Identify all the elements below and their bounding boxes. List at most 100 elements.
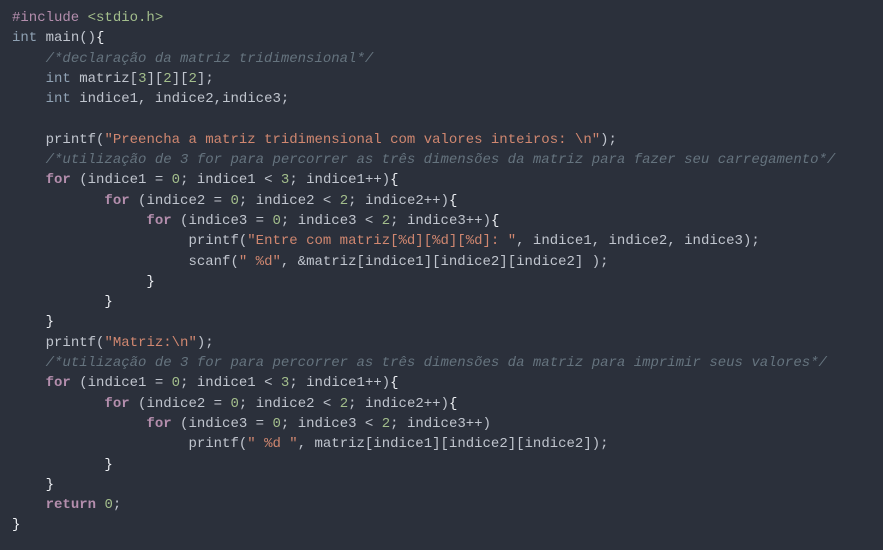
variable: indice2 — [256, 396, 315, 412]
paren: ) — [592, 436, 600, 452]
semicolon: ; — [281, 416, 289, 432]
semicolon: ; — [281, 213, 289, 229]
comma: , — [214, 91, 222, 107]
variable: indice1 — [79, 91, 138, 107]
keyword-for: for — [104, 193, 129, 209]
semicolon: ; — [600, 436, 608, 452]
preprocessor-directive: #include — [12, 10, 79, 26]
keyword-for: for — [46, 172, 71, 188]
variable: indice1 — [197, 375, 256, 391]
brace: } — [146, 274, 154, 290]
comment: /*declaração da matriz tridimensional*/ — [46, 51, 374, 67]
operator: = — [256, 416, 264, 432]
operator: ++ — [365, 375, 382, 391]
comment: /*utilização de 3 for para percorrer as … — [46, 152, 836, 168]
variable: indice1 — [306, 375, 365, 391]
brace: { — [390, 172, 398, 188]
variable: indice1 — [306, 172, 365, 188]
variable: indice3 — [407, 416, 466, 432]
number: 0 — [272, 213, 280, 229]
function-call: scanf — [188, 254, 230, 270]
variable: indice2 — [146, 396, 205, 412]
paren: ) — [592, 254, 600, 270]
string-literal: "Preencha a matriz tridimensional com va… — [104, 132, 600, 148]
operator: < — [323, 396, 331, 412]
variable: indice2 — [365, 396, 424, 412]
paren: ) — [441, 396, 449, 412]
semicolon: ; — [205, 71, 213, 87]
semicolon: ; — [239, 193, 247, 209]
variable: indice1 — [197, 172, 256, 188]
operator: < — [264, 375, 272, 391]
operator: < — [264, 172, 272, 188]
semicolon: ; — [289, 172, 297, 188]
paren: ( — [79, 172, 87, 188]
semicolon: ; — [600, 254, 608, 270]
args: , matriz[indice1][indice2][indice2] — [298, 436, 592, 452]
semicolon: ; — [390, 416, 398, 432]
type-keyword: int — [46, 91, 71, 107]
paren: ) — [382, 375, 390, 391]
paren: ( — [79, 375, 87, 391]
operator: ++ — [466, 213, 483, 229]
number: 0 — [272, 416, 280, 432]
brace: { — [491, 213, 499, 229]
string-literal: "Entre com matriz[%d][%d][%d]: " — [247, 233, 516, 249]
operator: = — [214, 396, 222, 412]
number: 2 — [382, 213, 390, 229]
variable: indice3 — [407, 213, 466, 229]
semicolon: ; — [390, 213, 398, 229]
number: 0 — [172, 375, 180, 391]
paren: ) — [382, 172, 390, 188]
variable: indice2 — [155, 91, 214, 107]
semicolon: ; — [113, 497, 121, 513]
operator: ++ — [365, 172, 382, 188]
paren: ) — [483, 213, 491, 229]
keyword-for: for — [146, 416, 171, 432]
number: 0 — [230, 396, 238, 412]
brace: } — [46, 314, 54, 330]
semicolon: ; — [289, 375, 297, 391]
args: , indice1, indice2, indice3 — [516, 233, 743, 249]
function-call: printf — [188, 233, 238, 249]
paren: ( — [239, 233, 247, 249]
keyword-for: for — [104, 396, 129, 412]
paren: () — [79, 30, 96, 46]
operator: ++ — [424, 193, 441, 209]
brace: { — [390, 375, 398, 391]
number: 0 — [172, 172, 180, 188]
semicolon: ; — [239, 396, 247, 412]
brace: } — [46, 477, 54, 493]
variable: indice2 — [256, 193, 315, 209]
keyword-for: for — [46, 375, 71, 391]
variable: indice1 — [88, 172, 147, 188]
semicolon: ; — [751, 233, 759, 249]
number: 2 — [340, 193, 348, 209]
operator: ++ — [424, 396, 441, 412]
brace: { — [449, 193, 457, 209]
semicolon: ; — [609, 132, 617, 148]
variable: indice1 — [88, 375, 147, 391]
operator: = — [155, 172, 163, 188]
keyword-return: return — [46, 497, 96, 513]
comment: /*utilização de 3 for para percorrer as … — [46, 355, 827, 371]
variable: indice3 — [298, 416, 357, 432]
number: 2 — [340, 396, 348, 412]
paren: ) — [600, 132, 608, 148]
number: 2 — [382, 416, 390, 432]
function-call: printf — [46, 335, 96, 351]
code-editor[interactable]: #include <stdio.h> int main(){ /*declara… — [12, 8, 871, 536]
number: 2 — [163, 71, 171, 87]
brace: } — [104, 457, 112, 473]
semicolon: ; — [348, 193, 356, 209]
string-literal: " %d " — [247, 436, 297, 452]
string-literal: "Matriz:\n" — [104, 335, 196, 351]
operator: = — [155, 375, 163, 391]
variable: indice3 — [298, 213, 357, 229]
operator: < — [365, 416, 373, 432]
operator: < — [365, 213, 373, 229]
comma: , — [138, 91, 155, 107]
number: 0 — [104, 497, 112, 513]
number: 0 — [230, 193, 238, 209]
number: 2 — [189, 71, 197, 87]
